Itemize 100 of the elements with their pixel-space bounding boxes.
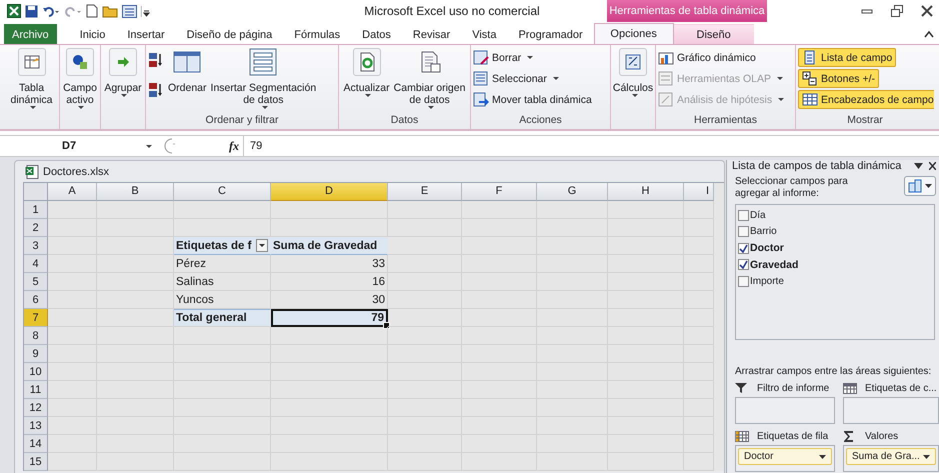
ribbon-button[interactable]: Mover tabla dinámica	[473, 90, 592, 109]
customize-menu-icon[interactable]	[141, 4, 150, 18]
ribbon-button[interactable]: Agrupar	[104, 48, 142, 114]
ribbon-tab[interactable]: Diseño de página	[176, 24, 284, 44]
column-header[interactable]: E	[388, 183, 462, 201]
row-header[interactable]: 9	[24, 345, 48, 363]
table-cell[interactable]	[48, 435, 97, 453]
row-header[interactable]: 7	[24, 309, 48, 327]
folder-icon[interactable]	[102, 4, 118, 18]
table-cell[interactable]	[684, 201, 714, 219]
ribbon-button[interactable]: Cambiar origen de datos	[394, 48, 466, 114]
table-cell[interactable]	[174, 453, 271, 471]
table-cell[interactable]	[388, 291, 462, 309]
table-cell[interactable]: Salinas	[174, 273, 271, 291]
checkbox[interactable]	[738, 259, 749, 270]
ribbon-button[interactable]: Seleccionar	[473, 69, 592, 88]
sort-descending-icon[interactable]	[148, 82, 164, 98]
pivot-header-cell[interactable]: Etiquetas de f	[174, 237, 271, 255]
ribbon-tab[interactable]: Programador	[507, 24, 594, 44]
checkbox[interactable]	[738, 276, 749, 287]
pivot-header-cell[interactable]: Suma de Gravedad	[271, 237, 388, 255]
table-cell[interactable]	[174, 201, 271, 219]
row-header[interactable]: 12	[24, 399, 48, 417]
collapse-ribbon-icon[interactable]	[924, 30, 934, 38]
table-cell[interactable]	[271, 201, 388, 219]
ribbon-button[interactable]: Campo activo	[63, 48, 97, 114]
toggle-button[interactable]: Botones +/-	[798, 69, 879, 88]
toggle-button[interactable]: Encabezados de campo	[798, 90, 934, 109]
field-label[interactable]: Doctor	[750, 242, 784, 254]
table-cell[interactable]	[48, 201, 97, 219]
table-cell[interactable]	[388, 219, 462, 237]
column-header[interactable]: B	[97, 183, 174, 201]
table-cell[interactable]	[97, 327, 174, 345]
drop-area[interactable]	[735, 397, 835, 424]
ribbon-tab[interactable]: Revisar	[402, 24, 462, 44]
dropdown-icon[interactable]	[914, 163, 923, 169]
row-header[interactable]: 1	[24, 201, 48, 219]
table-cell[interactable]	[97, 291, 174, 309]
table-cell[interactable]	[48, 309, 97, 327]
table-cell[interactable]	[48, 273, 97, 291]
column-header[interactable]: A	[48, 183, 97, 201]
field-label[interactable]: Día	[750, 210, 766, 221]
row-header[interactable]: 14	[24, 435, 48, 453]
ribbon-tab[interactable]: Insertar	[116, 24, 176, 44]
table-cell[interactable]	[684, 453, 714, 471]
table-cell[interactable]	[48, 381, 97, 399]
column-header[interactable]: F	[462, 183, 537, 201]
column-header[interactable]: H	[608, 183, 684, 201]
row-header[interactable]: 13	[24, 417, 48, 435]
table-cell[interactable]	[48, 399, 97, 417]
table-cell[interactable]	[388, 201, 462, 219]
table-cell[interactable]	[608, 453, 684, 471]
column-header[interactable]: I	[684, 183, 714, 201]
checkbox[interactable]	[738, 242, 749, 254]
table-cell[interactable]	[48, 363, 97, 381]
table-cell[interactable]	[48, 453, 97, 471]
ribbon-tab[interactable]: Opciones	[594, 23, 674, 44]
row-header[interactable]: 15	[24, 453, 48, 471]
form-icon[interactable]	[122, 4, 137, 18]
row-header[interactable]: 5	[24, 273, 48, 291]
row-header[interactable]: 2	[24, 219, 48, 237]
table-cell[interactable]	[97, 453, 174, 471]
drop-area[interactable]	[843, 397, 939, 424]
row-header[interactable]: 10	[24, 363, 48, 381]
total-label[interactable]: Total general	[174, 309, 271, 327]
ribbon-button[interactable]: Insertar Segmentación de datos	[210, 48, 316, 114]
filter-dropdown-icon[interactable]	[256, 239, 268, 252]
table-cell[interactable]	[271, 453, 388, 471]
field-label[interactable]: Gravedad	[750, 258, 798, 271]
checkbox[interactable]	[738, 226, 749, 238]
table-cell[interactable]	[608, 201, 684, 219]
ribbon-button[interactable]: Ordenar	[168, 48, 207, 114]
ribbon-button[interactable]: Gráfico dinámico	[658, 48, 784, 67]
table-cell[interactable]	[388, 309, 462, 327]
row-header[interactable]: 3	[24, 237, 48, 255]
layout-button[interactable]	[904, 176, 936, 196]
fill-handle[interactable]	[383, 322, 390, 329]
table-cell[interactable]	[388, 453, 462, 471]
table-cell[interactable]: 16	[271, 273, 388, 291]
ribbon-button[interactable]: Actualizar	[344, 48, 390, 114]
ribbon-button[interactable]: Cálculos	[612, 48, 654, 114]
table-cell[interactable]	[388, 237, 462, 255]
table-cell[interactable]	[462, 453, 537, 471]
table-cell[interactable]	[48, 219, 97, 237]
field-chip[interactable]: Doctor	[738, 448, 832, 465]
table-cell[interactable]	[97, 255, 174, 273]
table-cell[interactable]	[271, 327, 388, 345]
table-cell[interactable]	[462, 201, 537, 219]
sort-ascending-icon[interactable]	[148, 52, 164, 68]
checkbox[interactable]	[738, 210, 749, 221]
ribbon-tab[interactable]: Diseño	[674, 24, 754, 44]
field-label[interactable]: Importe	[750, 276, 784, 287]
row-header[interactable]: 11	[24, 381, 48, 399]
total-cell[interactable]: 79	[271, 309, 388, 327]
table-cell[interactable]	[48, 327, 97, 345]
select-all-button[interactable]	[24, 183, 48, 201]
table-cell[interactable]	[48, 417, 97, 435]
ribbon-tab[interactable]: Fórmulas	[283, 24, 352, 44]
close-icon[interactable]	[921, 5, 933, 17]
undo-icon[interactable]	[42, 4, 60, 18]
